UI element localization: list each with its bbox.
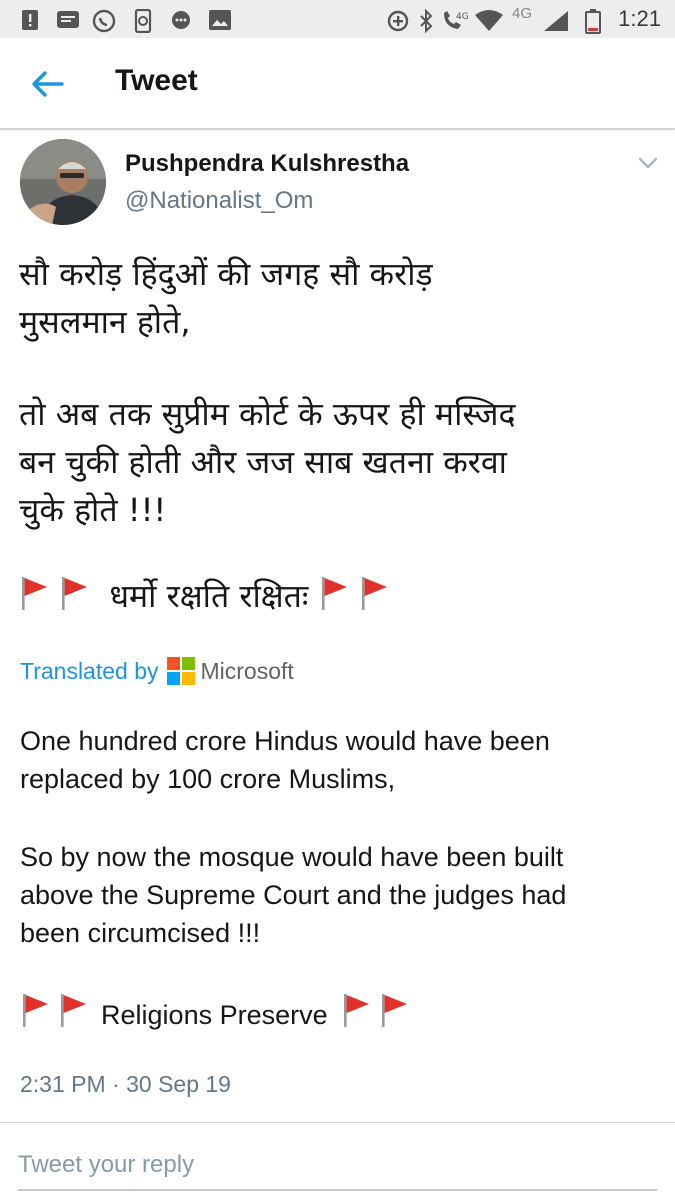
triangular-flag-icon <box>62 577 88 610</box>
translated-motto-text: Religions Preserve <box>101 1000 328 1030</box>
microsoft-logo-icon <box>166 657 195 685</box>
translator-name: Microsoft <box>200 657 294 684</box>
triangular-flag-icon <box>321 577 347 610</box>
triangular-flag-icon <box>361 577 387 610</box>
tweet-text-line: सौ करोड़ हिंदुओं की जगह सौ करोड़ <box>19 255 433 293</box>
author-name[interactable]: Pushpendra Kulshrestha <box>125 150 409 178</box>
wifi-icon <box>475 10 503 31</box>
alert-icon <box>22 10 38 30</box>
tweet-timestamp: 2:31 PM · 30 Sep 19 <box>20 1071 231 1097</box>
arrow-left-icon[interactable] <box>28 68 68 100</box>
tweet-text-line: मुसलमान होते, <box>19 303 191 341</box>
translated-by-label[interactable]: Translated by <box>20 658 159 685</box>
translation-attribution[interactable]: Translated by Microsoft <box>20 657 294 685</box>
whatsapp-icon <box>92 9 116 33</box>
bluetooth-icon <box>420 9 433 33</box>
triangular-flag-icon <box>381 994 407 1027</box>
message-icon <box>57 11 79 28</box>
divider <box>0 1122 675 1123</box>
triangular-flag-icon <box>60 994 86 1027</box>
clock: 1:21 <box>618 6 661 31</box>
tweet-motto-text: धर्मो रक्षति रक्षितः <box>109 577 309 615</box>
triangular-flag-icon <box>22 577 47 610</box>
triangular-flag-icon <box>23 994 48 1027</box>
translated-motto-line: Religions Preserve <box>20 992 409 1031</box>
translated-text-line: replaced by 100 crore Muslims, <box>20 764 396 794</box>
translated-text-line: So by now the mosque would have been bui… <box>20 842 564 872</box>
chat-icon <box>172 11 190 29</box>
image-icon <box>209 10 231 30</box>
tweet-text-line: तो अब तक सुप्रीम कोर्ट के ऊपर ही मस्जिद <box>19 395 516 433</box>
tweet-text-line: बन चुकी होती और जज साब खतना करवा <box>19 443 507 481</box>
svg-text:4G: 4G <box>456 12 469 22</box>
author-handle[interactable]: @Nationalist_Om <box>125 187 313 215</box>
data-saver-icon <box>387 10 409 32</box>
app-bar: Tweet <box>0 38 675 130</box>
reply-input[interactable] <box>18 1145 658 1185</box>
battery-icon <box>585 9 601 34</box>
reply-underline <box>18 1189 657 1191</box>
phone-sync-icon <box>134 9 152 33</box>
translated-text-line: above the Supreme Court and the judges h… <box>20 880 567 910</box>
translated-text-line: One hundred crore Hindus would have been <box>20 726 550 756</box>
chevron-down-icon[interactable] <box>636 153 660 173</box>
page-title: Tweet <box>115 64 198 97</box>
volte-call-icon: 4G <box>444 11 469 29</box>
signal-icon <box>544 11 568 31</box>
avatar-photo <box>20 139 106 225</box>
tweet-motto-line: धर्मो रक्षति रक्षितः <box>19 574 389 617</box>
avatar[interactable] <box>20 139 106 225</box>
network-type-label: 4G <box>512 5 533 22</box>
tweet-text-line: चुके होते !!! <box>19 491 167 529</box>
translated-text-line: been circumcised !!! <box>20 918 261 948</box>
triangular-flag-icon <box>344 994 370 1027</box>
status-bar: 4G 4G 1:21 <box>0 0 675 38</box>
